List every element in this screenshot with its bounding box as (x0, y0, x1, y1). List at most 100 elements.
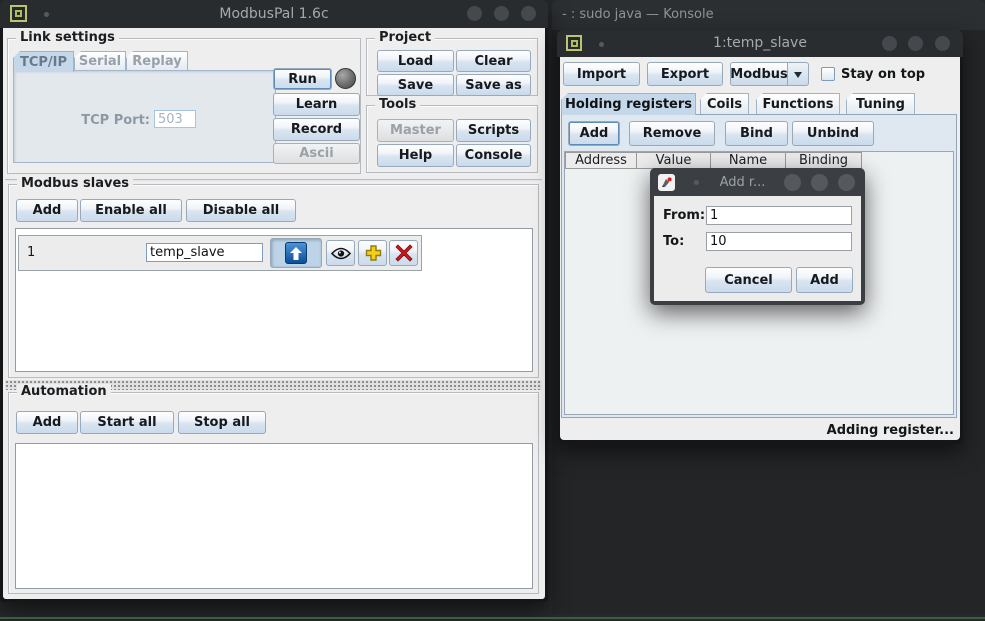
window-icon (10, 5, 27, 22)
clear-button[interactable]: Clear (456, 50, 531, 72)
column-header-name[interactable]: Name (711, 152, 786, 169)
konsole-title: - : sudo java — Konsole (562, 7, 714, 22)
konsole-titlebar[interactable]: - : sudo java — Konsole (552, 0, 985, 30)
tab-replay[interactable]: Replay (126, 51, 188, 71)
maximize-button[interactable] (494, 6, 509, 21)
export-button[interactable]: Export (647, 62, 723, 86)
automation-title: Automation (17, 384, 111, 399)
dialog-titlebar[interactable]: Add r... (650, 168, 865, 196)
modbuspal-titlebar[interactable]: ModbusPal 1.6c (0, 0, 548, 28)
window-icon (566, 35, 582, 51)
tab-functions[interactable]: Functions (756, 93, 840, 114)
disable-all-button[interactable]: Disable all (186, 199, 296, 222)
automation-group: Automation Add Start all Stop all (8, 392, 539, 594)
start-all-button[interactable]: Start all (80, 411, 174, 434)
ascii-button[interactable]: Ascii (273, 143, 360, 164)
minimize-button[interactable] (467, 6, 482, 21)
enable-all-button[interactable]: Enable all (80, 199, 182, 222)
tab-tcpip[interactable]: TCP/IP (13, 51, 74, 72)
slave-duplicate-button[interactable] (358, 240, 387, 266)
plus-icon (363, 243, 383, 263)
titlebar-dot-icon (44, 12, 49, 17)
tab-holding-registers[interactable]: Holding registers (561, 93, 696, 115)
learn-button[interactable]: Learn (273, 93, 360, 116)
register-add-button[interactable]: Add (568, 121, 620, 146)
column-header-value[interactable]: Value (637, 152, 711, 169)
maximize-button[interactable] (811, 174, 828, 191)
record-button[interactable]: Record (273, 118, 360, 141)
minimize-button[interactable] (784, 174, 801, 191)
up-arrow-icon (285, 242, 307, 264)
project-group: Project Load Clear Save Save as (366, 38, 538, 96)
from-field[interactable] (706, 206, 852, 225)
delete-x-icon (395, 244, 413, 262)
eye-icon (331, 247, 351, 260)
cancel-button[interactable]: Cancel (705, 267, 792, 293)
dialog-add-button[interactable]: Add (796, 267, 853, 293)
tcp-port-field[interactable] (154, 110, 196, 128)
console-button[interactable]: Console (456, 144, 531, 167)
slave-add-button[interactable]: Add (16, 199, 78, 222)
slave-row: 1 (18, 235, 422, 271)
to-field[interactable] (706, 232, 852, 251)
column-header-address[interactable]: Address (565, 152, 637, 169)
minimize-button[interactable] (882, 36, 897, 51)
tcp-port-label: TCP Port: (74, 113, 150, 128)
slave-list: 1 (15, 228, 533, 372)
automation-add-button[interactable]: Add (16, 411, 78, 434)
import-button[interactable]: Import (563, 62, 640, 86)
mode-combo[interactable]: Modbus (730, 62, 788, 86)
load-button[interactable]: Load (377, 50, 454, 72)
automation-list (15, 443, 533, 589)
slave-window-titlebar[interactable]: 1:temp_slave (557, 30, 963, 57)
register-unbind-button[interactable]: Unbind (792, 121, 874, 146)
run-button[interactable]: Run (273, 68, 332, 90)
tab-coils[interactable]: Coils (700, 93, 749, 114)
slave-view-button[interactable] (326, 240, 355, 266)
titlebar-dot-icon (599, 42, 604, 47)
register-remove-button[interactable]: Remove (629, 121, 715, 146)
stay-on-top-label: Stay on top (841, 67, 925, 82)
tools-title: Tools (375, 97, 420, 112)
dialog-title: Add r... (700, 175, 785, 190)
close-button[interactable] (521, 6, 536, 21)
close-button[interactable] (838, 174, 855, 191)
save-as-button[interactable]: Save as (456, 74, 531, 96)
slave-name-field[interactable] (146, 243, 263, 262)
column-header-binding[interactable]: Binding (786, 152, 862, 169)
run-led-indicator-icon (335, 68, 356, 89)
help-button[interactable]: Help (377, 144, 454, 167)
java-app-icon (658, 174, 675, 191)
close-button[interactable] (935, 36, 950, 51)
combo-dropdown-button[interactable] (788, 62, 809, 86)
modbus-slaves-title: Modbus slaves (17, 176, 133, 191)
project-title: Project (375, 30, 435, 45)
slave-enable-toggle[interactable] (270, 238, 322, 268)
stop-all-button[interactable]: Stop all (178, 411, 266, 434)
titlebar-dot-icon (694, 180, 699, 185)
slave-id: 1 (27, 245, 35, 260)
add-register-dialog: Add r... From: To: Cancel Add (650, 168, 865, 305)
modbuspal-content: Link settings TCP/IP Serial Replay TCP P… (3, 28, 545, 599)
desktop: - : sudo java — Konsole ModbusPal 1.6c L… (0, 0, 985, 621)
dialog-content: From: To: Cancel Add (654, 196, 861, 301)
maximize-button[interactable] (908, 36, 923, 51)
scripts-button[interactable]: Scripts (456, 119, 531, 142)
link-settings-group: Link settings TCP/IP Serial Replay TCP P… (7, 38, 361, 174)
slave-delete-button[interactable] (389, 240, 418, 266)
tcpip-tab-panel: TCP Port: (13, 70, 276, 163)
register-bind-button[interactable]: Bind (725, 121, 788, 146)
stay-on-top-checkbox[interactable] (821, 67, 835, 81)
modbus-slaves-group: Modbus slaves Add Enable all Disable all… (8, 184, 539, 378)
status-text: Adding register... (560, 423, 954, 438)
modbuspal-window: ModbusPal 1.6c Link settings TCP/IP Seri… (0, 0, 548, 602)
save-button[interactable]: Save (377, 74, 454, 96)
from-label: From: (663, 208, 705, 223)
tab-tuning[interactable]: Tuning (846, 93, 915, 114)
chevron-down-icon (794, 72, 802, 82)
desktop-bottom-edge (0, 617, 985, 619)
to-label: To: (663, 234, 684, 249)
link-settings-title: Link settings (16, 30, 119, 45)
tab-serial[interactable]: Serial (74, 51, 126, 71)
master-button[interactable]: Master (377, 119, 454, 142)
